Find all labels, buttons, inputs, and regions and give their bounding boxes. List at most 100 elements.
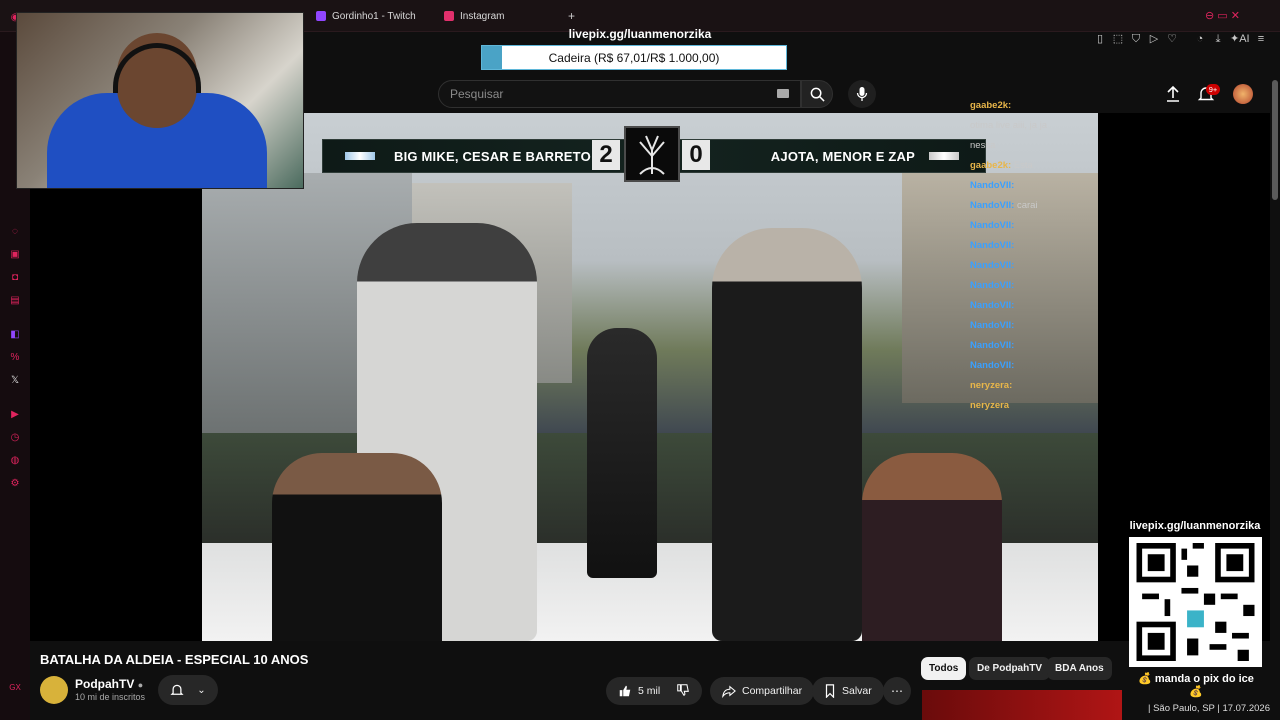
save-label: Salvar (842, 685, 872, 697)
screenshot-icon[interactable]: ⬚ (1112, 33, 1124, 45)
chip-bda-anos[interactable]: BDA Anos (1047, 657, 1112, 680)
chat-username: NandoVII: (970, 340, 1015, 351)
account-avatar[interactable] (1233, 84, 1253, 104)
chat-line: NandoVII: (970, 240, 1014, 251)
twitch-icon (316, 11, 326, 21)
thumbs-down-icon (677, 683, 689, 696)
video-title: BATALHA DA ALDEIA - ESPECIAL 10 ANOS (40, 652, 309, 667)
chat-username: NandoVII: (970, 280, 1015, 291)
batalha-logo (624, 126, 680, 182)
chat-line: NandoVII: (970, 260, 1014, 271)
channel-avatar[interactable] (40, 676, 68, 704)
sidebar-icon-percent[interactable]: % (9, 352, 21, 364)
pix-call-text: 💰 manda o pix do ice 💰 (1138, 673, 1254, 698)
chat-username: gaabe2k: (970, 160, 1012, 171)
chat-line: gaabe2k: Esta (970, 160, 1033, 171)
subscribed-button[interactable]: ⌄ (158, 675, 218, 705)
sidebar-icon-instagram[interactable]: ◘ (9, 272, 21, 284)
download-icon[interactable]: ⤓ (1212, 33, 1224, 45)
sidebar-icon-settings[interactable]: ⚙ (9, 478, 21, 490)
save-button[interactable]: Salvar (812, 677, 884, 705)
chat-username: NandoVII: (970, 360, 1015, 371)
flags-right-icon (929, 152, 959, 160)
qr-label: livepix.gg/luanmenorzika (1129, 520, 1261, 532)
overlay-person-right (862, 453, 1002, 641)
chat-message: Esta (1013, 160, 1033, 171)
voice-search-button[interactable] (848, 80, 876, 108)
thumbs-up-icon (619, 685, 631, 697)
verified-icon: ● (137, 680, 144, 690)
page-scrollbar[interactable] (1272, 80, 1278, 200)
sidebar-icon-chat[interactable]: ◍ (9, 455, 21, 467)
chat-message: otima live aiii, ja ja (970, 120, 1048, 131)
sidebar-icon-messenger[interactable]: ◌ (9, 226, 21, 238)
notification-badge: 9+ (1206, 84, 1220, 95)
more-actions-button[interactable]: ⋯ (883, 677, 911, 705)
search-icon (810, 87, 825, 102)
tab-twitch[interactable]: Gordinho1 - Twitch (316, 6, 416, 26)
bookmark-icon[interactable]: ▯ (1094, 33, 1106, 45)
instagram-icon (444, 11, 454, 21)
chat-line: NandoVII: (970, 340, 1014, 351)
location-date-text: | São Paulo, SP | 17.07.2026 (1147, 703, 1270, 714)
shield-icon[interactable]: ⛉ (1130, 33, 1142, 45)
score-left: 2 (592, 140, 620, 170)
chat-username: neryzera (970, 400, 1010, 411)
ai-icon[interactable]: ✦AI (1230, 33, 1250, 45)
bookmark-icon (825, 684, 835, 698)
video-player[interactable] (202, 113, 1098, 641)
chat-username: NandoVII: (970, 320, 1015, 331)
chat-line: otima live aiii, ja ja (970, 120, 1047, 131)
qr-code-image (1129, 537, 1262, 667)
share-label: Compartilhar (742, 685, 803, 697)
tab-label: Gordinho1 - Twitch (332, 10, 416, 22)
chat-line: NandoVII: (970, 180, 1014, 191)
search-input[interactable]: Pesquisar (438, 80, 801, 108)
chat-username: neryzera: (970, 380, 1013, 391)
sidebar-icon-twitch[interactable]: ◧ (9, 329, 21, 341)
team-left-name: BIG MIKE, CESAR E BARRETO (394, 148, 591, 164)
url-overlay-text: livepix.gg/luanmenorzika (568, 27, 712, 41)
chip-all[interactable]: Todos (921, 657, 967, 680)
dislike-button[interactable] (676, 683, 690, 700)
menu-icon[interactable]: ≡ (1255, 33, 1267, 45)
tab-label: Instagram (460, 10, 505, 22)
chevron-down-icon: ⌄ (197, 684, 206, 696)
chat-username: NandoVII: (970, 260, 1015, 271)
upload-button[interactable] (1164, 85, 1182, 103)
search-placeholder: Pesquisar (450, 87, 504, 101)
overlay-person-left (272, 453, 442, 641)
like-button[interactable]: 5 mil (618, 684, 660, 698)
bell-icon (170, 684, 184, 695)
sidebar-icon-gx[interactable]: GX (9, 682, 21, 694)
more-vert-icon: ⋯ (891, 684, 903, 698)
profile-icon[interactable]: ◔ (1194, 33, 1206, 45)
heart-icon[interactable]: ♡ (1166, 33, 1178, 45)
pix-goal-bar: Cadeira (R$ 67,01/R$ 1.000,00) (481, 45, 787, 70)
channel-name[interactable]: PodpahTV ● (75, 677, 143, 691)
play-icon[interactable]: ▷ (1148, 33, 1160, 45)
chat-username: NandoVII: (970, 240, 1015, 251)
share-icon (722, 685, 736, 698)
chat-line: neryzera (970, 400, 1009, 411)
window-controls[interactable]: ⊖ ▭ ✕ (1205, 9, 1240, 22)
sidebar-icon-bag[interactable]: ▣ (9, 249, 21, 261)
new-tab-button[interactable]: + (568, 9, 575, 23)
recommended-thumbnail[interactable] (922, 690, 1122, 720)
sidebar-icon-x[interactable]: 𝕏 (9, 375, 21, 387)
microphone-icon (856, 87, 868, 101)
team-right-name: AJOTA, MENOR E ZAP (770, 148, 915, 164)
chat-line: NandoVII: (970, 220, 1014, 231)
search-button[interactable] (801, 80, 833, 108)
chat-username: NandoVII: (970, 220, 1015, 231)
sidebar-icon-clock[interactable]: ◷ (9, 432, 21, 444)
tab-instagram[interactable]: Instagram (444, 6, 504, 26)
keyboard-icon[interactable] (777, 89, 789, 98)
tree-logo-icon (639, 135, 665, 175)
like-dislike-group: 5 mil (606, 677, 702, 705)
chat-message: nessa (970, 140, 996, 151)
share-button[interactable]: Compartilhar (710, 677, 815, 705)
chip-from-channel[interactable]: De PodpahTV (969, 657, 1051, 680)
sidebar-icon-play[interactable]: ▶ (9, 409, 21, 421)
sidebar-icon-mail[interactable]: ▤ (9, 295, 21, 307)
